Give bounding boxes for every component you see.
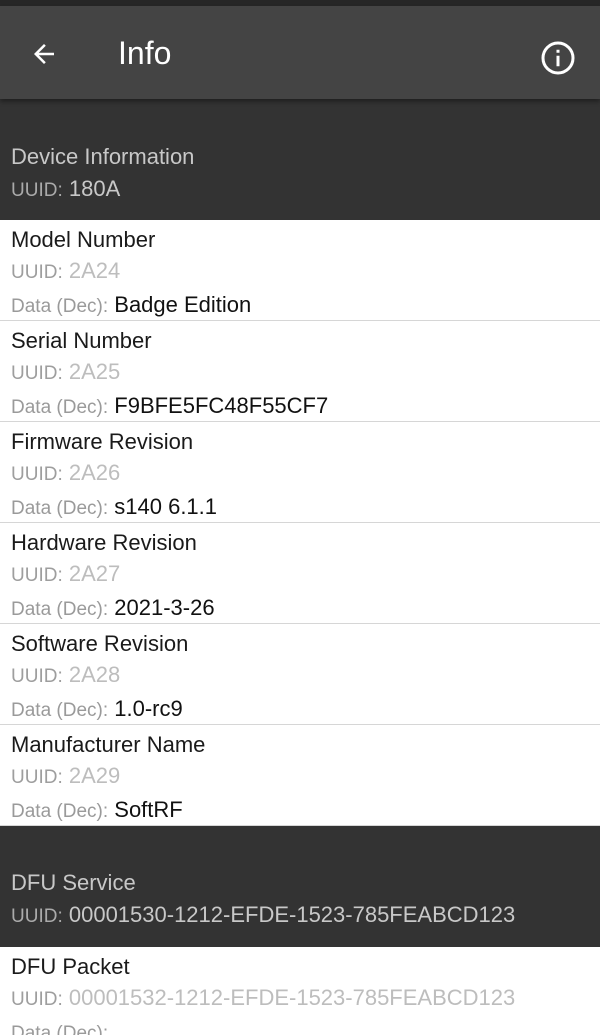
characteristic-uuid-value: 2A29 xyxy=(68,763,121,788)
characteristic-name: Serial Number xyxy=(11,328,152,353)
characteristic-uuid-value: 2A27 xyxy=(68,561,121,586)
characteristic-uuid: UUID: 2A26 xyxy=(11,457,589,491)
characteristic-data: Data (Dec): s140 6.1.1 xyxy=(11,491,589,525)
service-name: DFU Service xyxy=(11,870,136,895)
characteristic-uuid: UUID: 00001532-1212-EFDE-1523-785FEABCD1… xyxy=(11,982,589,1016)
data-label: Data (Dec): xyxy=(11,296,109,317)
data-label: Data (Dec): xyxy=(11,700,109,721)
service-uuid: UUID: 180A xyxy=(11,172,589,208)
arrow-left-icon xyxy=(34,44,54,64)
characteristic-data-value: Badge Edition xyxy=(114,292,252,317)
info-button[interactable] xyxy=(534,34,582,82)
characteristic-data-value: F9BFE5FC48F55CF7 xyxy=(114,393,329,418)
characteristic-software-revision[interactable]: Software Revision UUID: 2A28 Data (Dec):… xyxy=(0,624,600,725)
characteristic-model-number[interactable]: Model Number UUID: 2A24 Data (Dec): Badg… xyxy=(0,220,600,321)
data-label: Data (Dec): xyxy=(11,1023,109,1035)
page-title: Info xyxy=(118,35,172,71)
uuid-label: UUID: xyxy=(11,666,63,687)
characteristic-uuid: UUID: 2A25 xyxy=(11,356,589,390)
characteristic-data: Data (Dec): SoftRF xyxy=(11,794,589,828)
service-uuid: UUID: 00001530-1212-EFDE-1523-785FEABCD1… xyxy=(11,898,589,934)
characteristic-data: Data (Dec): 2021-3-26 xyxy=(11,592,589,626)
characteristic-name: Firmware Revision xyxy=(11,429,194,454)
service-uuid-value: 00001530-1212-EFDE-1523-785FEABCD123 xyxy=(68,902,516,927)
characteristic-serial-number[interactable]: Serial Number UUID: 2A25 Data (Dec): F9B… xyxy=(0,321,600,422)
characteristic-hardware-revision[interactable]: Hardware Revision UUID: 2A27 Data (Dec):… xyxy=(0,523,600,624)
service-name: Device Information xyxy=(11,144,195,169)
characteristic-uuid: UUID: 2A29 xyxy=(11,760,589,794)
characteristic-data-value: 2021-3-26 xyxy=(114,595,215,620)
characteristic-name: Software Revision xyxy=(11,631,189,656)
uuid-label: UUID: xyxy=(11,565,63,586)
characteristic-firmware-revision[interactable]: Firmware Revision UUID: 2A26 Data (Dec):… xyxy=(0,422,600,523)
characteristic-manufacturer-name[interactable]: Manufacturer Name UUID: 2A29 Data (Dec):… xyxy=(0,725,600,826)
service-header-device-information: Device Information UUID: 180A xyxy=(0,99,600,220)
uuid-label: UUID: xyxy=(11,180,63,201)
characteristic-name: Model Number xyxy=(11,227,156,252)
characteristic-data: Data (Dec): xyxy=(11,1016,589,1035)
characteristic-data: Data (Dec): Badge Edition xyxy=(11,289,589,323)
uuid-label: UUID: xyxy=(11,262,63,283)
data-label: Data (Dec): xyxy=(11,498,109,519)
uuid-label: UUID: xyxy=(11,989,63,1010)
info-circle-icon xyxy=(541,41,575,75)
uuid-label: UUID: xyxy=(11,767,63,788)
characteristic-uuid: UUID: 2A28 xyxy=(11,659,589,693)
uuid-label: UUID: xyxy=(11,363,63,384)
service-header-dfu-service: DFU Service UUID: 00001530-1212-EFDE-152… xyxy=(0,826,600,947)
characteristic-data-value: 1.0-rc9 xyxy=(114,696,183,721)
data-label: Data (Dec): xyxy=(11,599,109,620)
service-uuid-value: 180A xyxy=(68,176,121,201)
app-bar: Info xyxy=(0,6,600,99)
characteristic-data: Data (Dec): F9BFE5FC48F55CF7 xyxy=(11,390,589,424)
uuid-label: UUID: xyxy=(11,906,63,927)
characteristic-uuid: UUID: 2A24 xyxy=(11,255,589,289)
characteristic-dfu-packet[interactable]: DFU Packet UUID: 00001532-1212-EFDE-1523… xyxy=(0,947,600,1035)
characteristic-uuid-value: 2A26 xyxy=(68,460,121,485)
characteristic-data-value: SoftRF xyxy=(114,797,183,822)
characteristic-data-value: s140 6.1.1 xyxy=(114,494,218,519)
data-label: Data (Dec): xyxy=(11,397,109,418)
uuid-label: UUID: xyxy=(11,464,63,485)
back-button[interactable] xyxy=(20,30,68,78)
characteristic-uuid-value: 2A28 xyxy=(68,662,121,687)
characteristic-uuid: UUID: 2A27 xyxy=(11,558,589,592)
data-label: Data (Dec): xyxy=(11,801,109,822)
characteristic-name: Hardware Revision xyxy=(11,530,197,555)
characteristic-name: DFU Packet xyxy=(11,954,130,979)
characteristic-name: Manufacturer Name xyxy=(11,732,206,757)
characteristic-uuid-value: 2A25 xyxy=(68,359,121,384)
characteristic-data: Data (Dec): 1.0-rc9 xyxy=(11,693,589,727)
characteristic-uuid-value: 00001532-1212-EFDE-1523-785FEABCD123 xyxy=(68,985,516,1010)
characteristic-uuid-value: 2A24 xyxy=(68,258,121,283)
